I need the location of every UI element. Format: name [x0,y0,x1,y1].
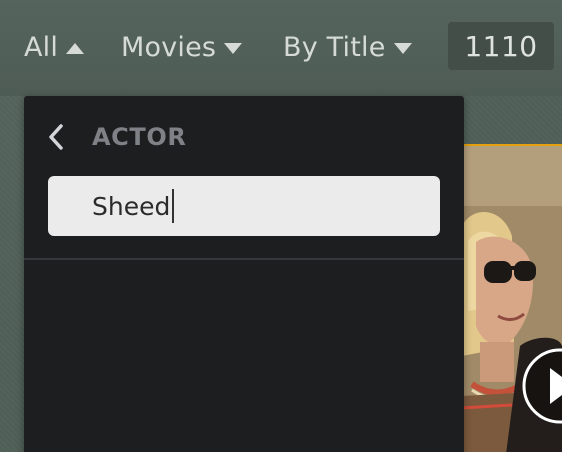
chevron-left-icon [49,124,63,150]
movie-poster[interactable] [462,144,562,452]
caret-down-icon [224,42,243,54]
panel-header: ACTOR [24,96,464,176]
library-filter-dropdown[interactable]: Movies [121,27,243,67]
actor-filter-dropdown-panel: ACTOR [24,96,464,452]
caret-up-icon [66,42,85,54]
panel-title: ACTOR [92,123,187,151]
sort-filter-label: By Title [283,31,386,63]
sort-filter-dropdown[interactable]: By Title [283,27,412,67]
app-screen: All Movies By Title 1110 ACTOR Sheed [0,0,562,452]
panel-divider [24,258,464,260]
item-count-badge: 1110 [448,22,554,70]
filter-bar: All Movies By Title 1110 [0,0,562,96]
back-button[interactable] [44,122,72,152]
caret-down-icon [393,42,412,54]
library-filter-label: Movies [121,31,217,63]
poster-artwork [462,146,562,452]
scope-filter-label: All [24,31,59,63]
text-cursor [172,189,175,223]
actor-search-input[interactable] [48,176,440,236]
scope-filter-dropdown[interactable]: All [24,27,85,67]
